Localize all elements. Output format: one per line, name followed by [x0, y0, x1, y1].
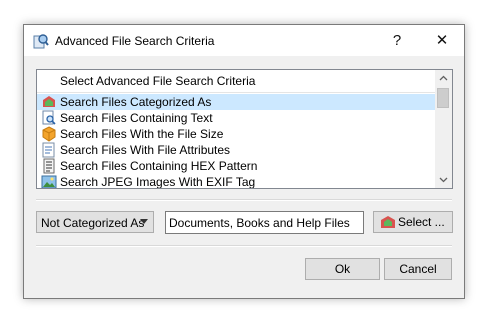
select-button-label: Select ... — [398, 215, 445, 229]
search-app-icon — [33, 34, 49, 49]
category-input[interactable] — [165, 211, 364, 234]
title-bar: Advanced File Search Criteria ? ✕ — [24, 25, 464, 56]
close-button[interactable]: ✕ — [420, 25, 464, 56]
category-icon — [381, 216, 395, 228]
separator — [36, 245, 452, 247]
list-item-hex-pattern[interactable]: Search Files Containing HEX Pattern — [37, 158, 435, 174]
category-icon — [43, 96, 55, 107]
scroll-down-icon[interactable] — [435, 171, 452, 188]
list-item-jpeg-exif[interactable]: Search JPEG Images With EXIF Tag — [37, 174, 435, 189]
ok-button[interactable]: Ok — [305, 258, 380, 280]
image-exif-icon — [41, 175, 57, 188]
list-item-label: Search Files Containing Text — [60, 111, 213, 125]
select-category-button[interactable]: Select ... — [373, 211, 453, 233]
chevron-down-icon — [140, 219, 148, 224]
window-title: Advanced File Search Criteria — [55, 34, 215, 48]
list-item-label: Search Files Containing HEX Pattern — [60, 159, 258, 173]
advanced-search-dialog: Advanced File Search Criteria ? ✕ Select… — [23, 24, 465, 299]
match-mode-dropdown[interactable]: Not Categorized As — [36, 211, 154, 233]
list-item-label: Search Files Categorized As — [60, 95, 212, 109]
criteria-list[interactable]: Select Advanced File Search Criteria Sea… — [36, 69, 453, 189]
list-header: Select Advanced File Search Criteria — [37, 70, 435, 93]
scroll-up-icon[interactable] — [435, 70, 452, 87]
separator — [36, 199, 452, 201]
list-item-label: Search Files With File Attributes — [60, 143, 231, 157]
list-scrollbar[interactable] — [435, 70, 452, 188]
list-item-label: Search Files With the File Size — [60, 127, 224, 141]
list-item-categorized[interactable]: Search Files Categorized As — [37, 94, 435, 110]
hex-pattern-icon — [43, 158, 55, 174]
file-attributes-icon — [42, 142, 55, 158]
list-item-containing-text[interactable]: Search Files Containing Text — [37, 110, 435, 126]
text-search-icon — [42, 110, 56, 125]
list-item-label: Search JPEG Images With EXIF Tag — [60, 175, 256, 189]
list-header-label: Select Advanced File Search Criteria — [60, 74, 256, 88]
help-button[interactable]: ? — [375, 25, 419, 56]
cancel-button[interactable]: Cancel — [384, 258, 452, 280]
list-item-file-attributes[interactable]: Search Files With File Attributes — [37, 142, 435, 158]
scroll-thumb[interactable] — [437, 88, 449, 108]
list-item-file-size[interactable]: Search Files With the File Size — [37, 126, 435, 142]
match-mode-value: Not Categorized As — [41, 216, 145, 230]
file-size-icon — [42, 126, 56, 142]
